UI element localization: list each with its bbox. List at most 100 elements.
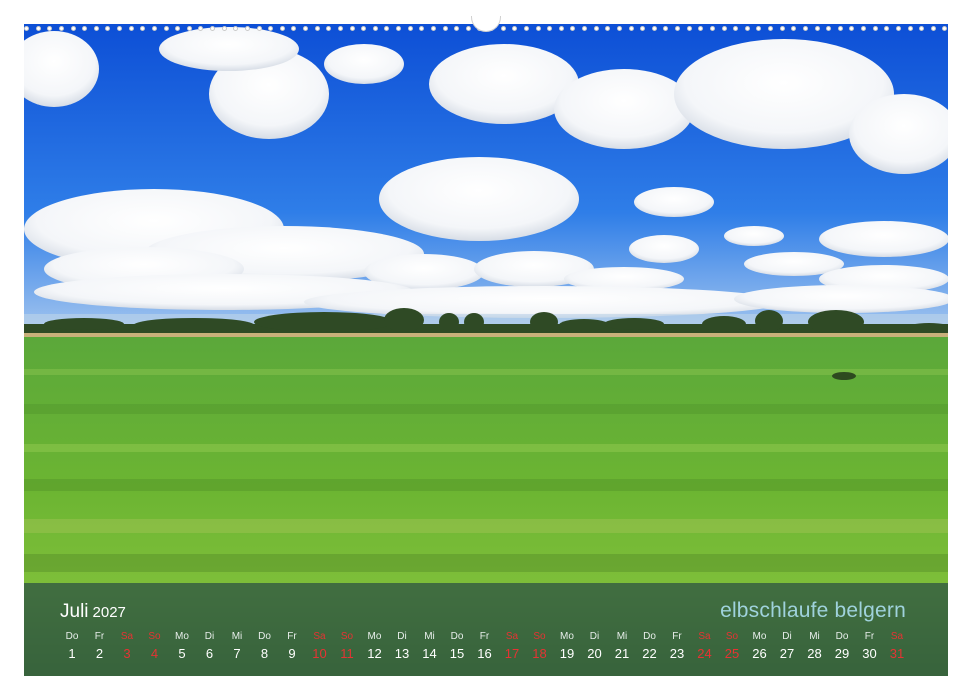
- binding-hole: [82, 25, 88, 31]
- binding-hole: [756, 25, 762, 31]
- binding-hole: [837, 25, 843, 31]
- day-cell: Do 29: [828, 630, 856, 665]
- day-number: 18: [532, 646, 547, 661]
- binding-hole: [372, 25, 378, 31]
- binding-hole: [337, 25, 343, 31]
- binding-hole: [233, 25, 239, 31]
- binding-hole: [198, 25, 204, 31]
- weekday-label: Do: [65, 631, 79, 642]
- binding-hole: [361, 25, 367, 31]
- day-cell: Sa 3: [113, 630, 141, 665]
- day-cell: Sa 31: [883, 630, 911, 665]
- weekday-label: Mi: [424, 631, 435, 642]
- binding-hole: [628, 25, 634, 31]
- binding-hole: [884, 25, 890, 31]
- binding-hole: [733, 25, 739, 31]
- day-number: 21: [614, 646, 630, 661]
- day-cell: Sa 17: [498, 630, 526, 665]
- day-number: 6: [205, 646, 214, 661]
- day-number: 9: [288, 646, 296, 661]
- binding-hole: [942, 25, 948, 31]
- binding-hole: [640, 25, 646, 31]
- weekday-label: Mo: [175, 631, 189, 642]
- day-cell: So 25: [718, 630, 746, 665]
- day-cell: So 18: [526, 630, 554, 665]
- binding-hole: [35, 25, 41, 31]
- day-number: 31: [889, 646, 905, 661]
- calendar-band: Juli 2027 elbschlaufe belgern Do 1 Fr 2 Sa 3 So…: [24, 583, 948, 676]
- weekday-label: Di: [782, 631, 792, 642]
- day-number: 29: [834, 646, 850, 661]
- binding-hole: [210, 25, 215, 31]
- binding-hole: [593, 25, 599, 31]
- binding-hole: [547, 25, 553, 31]
- binding-hole: [570, 25, 576, 31]
- weekday-label: So: [725, 631, 739, 642]
- weekday-label: Sa: [120, 631, 134, 642]
- binding-hole: [151, 25, 157, 31]
- binding-hole: [105, 25, 111, 31]
- day-cell: Mo 12: [361, 630, 389, 665]
- weekday-label: Do: [835, 631, 849, 642]
- binding-hole: [605, 25, 611, 31]
- day-number: 3: [123, 646, 131, 661]
- binding-hole: [826, 25, 832, 31]
- binding-hole: [744, 25, 750, 31]
- day-number: 7: [233, 646, 241, 661]
- day-cell: Fr 23: [663, 630, 691, 665]
- day-cell: So 11: [333, 630, 361, 665]
- binding-hole: [779, 25, 785, 31]
- day-cell: So 4: [141, 630, 169, 665]
- weekday-label: So: [148, 631, 161, 642]
- day-cell: Di 20: [581, 630, 609, 665]
- binding-hole: [791, 25, 797, 31]
- day-number: 5: [178, 646, 186, 661]
- weekday-label: Do: [450, 631, 464, 642]
- day-number: 13: [394, 646, 410, 661]
- binding-hole: [651, 25, 657, 31]
- day-cell: Di 6: [196, 630, 224, 665]
- binding-hole: [163, 25, 169, 31]
- weekday-label: Fr: [287, 631, 297, 642]
- binding-hole: [24, 25, 29, 31]
- weekday-label: Mi: [231, 631, 243, 642]
- weekday-label: Sa: [505, 631, 519, 642]
- day-cell: Fr 16: [471, 630, 499, 665]
- binding-hole: [303, 25, 308, 31]
- day-number: 24: [697, 646, 712, 661]
- binding-hole: [582, 25, 587, 31]
- binding-hole: [256, 25, 262, 31]
- day-number: 30: [862, 646, 877, 661]
- weekday-label: Mo: [367, 631, 382, 642]
- binding-hole: [140, 25, 146, 31]
- binding-hole: [268, 25, 274, 31]
- day-cell: Mo 19: [553, 630, 581, 665]
- day-cell: Mi 14: [416, 630, 444, 665]
- binding-hole: [919, 25, 925, 31]
- weekday-label: Mo: [752, 631, 767, 642]
- day-number: 25: [724, 646, 740, 661]
- day-cell: Di 27: [773, 630, 801, 665]
- binding-hole: [419, 25, 425, 31]
- brand-title: elbschlaufe belgern: [720, 599, 906, 622]
- day-cell: Mi 28: [801, 630, 829, 665]
- day-cell: Do 22: [636, 630, 664, 665]
- day-number: 8: [260, 646, 269, 661]
- day-number: 27: [779, 646, 795, 661]
- binding-hole: [349, 25, 355, 31]
- day-cell: Do 15: [443, 630, 471, 665]
- binding-hole: [872, 25, 878, 31]
- binding-hole: [128, 25, 134, 31]
- weekday-label: Do: [643, 631, 656, 642]
- binding-hole: [93, 25, 99, 31]
- weekday-label: Sa: [313, 631, 326, 642]
- binding-hole: [291, 25, 297, 31]
- binding-hole: [535, 25, 541, 31]
- binding-hole: [814, 25, 820, 31]
- binding-hole: [907, 25, 913, 31]
- day-number: 15: [449, 646, 465, 661]
- binding-hole: [558, 25, 564, 31]
- day-number: 26: [752, 646, 767, 661]
- day-number: 14: [422, 646, 437, 661]
- binding-hole: [396, 25, 401, 31]
